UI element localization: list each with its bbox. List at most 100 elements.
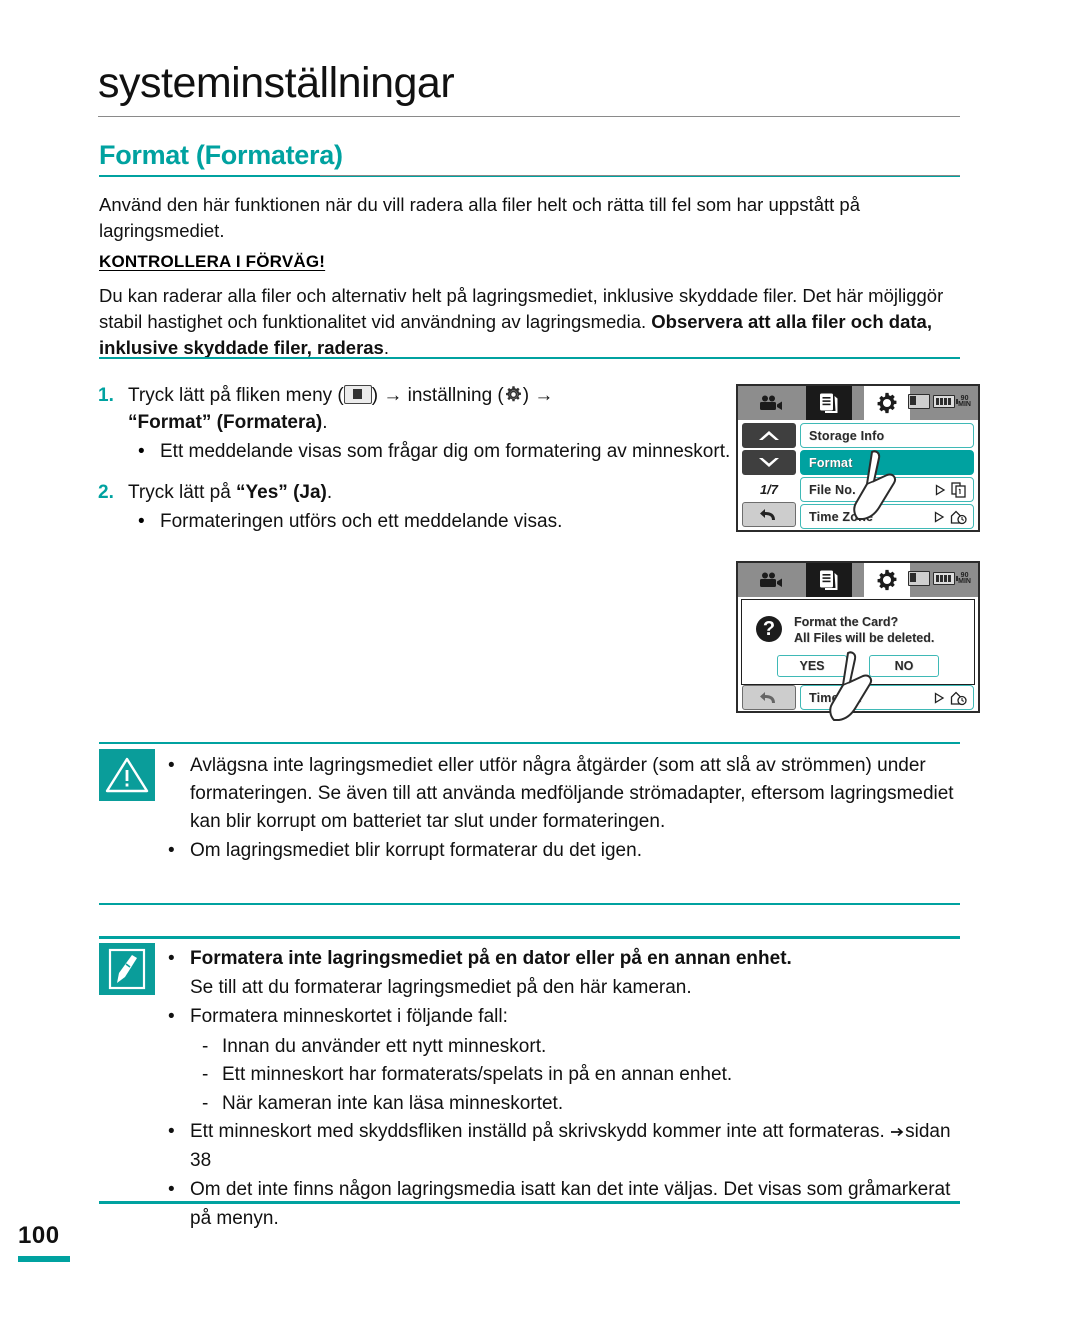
yes-button[interactable]: YES bbox=[777, 655, 847, 677]
warning-triangle-icon bbox=[105, 757, 149, 793]
chevron-down-icon bbox=[759, 458, 779, 467]
caution-icon-box bbox=[99, 749, 155, 801]
back-arrow-icon bbox=[760, 508, 775, 520]
step-1-text: Tryck lätt på fliken meny () → inställni… bbox=[128, 382, 553, 436]
step-2-bullet: • Formateringen utförs och ett meddeland… bbox=[138, 508, 738, 535]
tab-camcorder[interactable] bbox=[748, 563, 794, 597]
caution-rule-top bbox=[99, 742, 960, 744]
menu-tab-icon bbox=[343, 385, 372, 404]
menu-row-label: Storage Info bbox=[809, 428, 885, 443]
step-1-number: 1. bbox=[98, 385, 114, 406]
note-item-3-text: Ett minneskort med skyddsfliken inställd… bbox=[190, 1118, 968, 1175]
lcd2-background-row: Time Zo. bbox=[738, 685, 978, 711]
lcd1-left-column: 1/7 bbox=[742, 423, 796, 527]
lcd1-status-indicators: 90 MIN bbox=[908, 394, 971, 409]
note-item-4: • Om det inte finns någon lagringsmedia … bbox=[168, 1176, 968, 1233]
divider-rule-1 bbox=[99, 357, 960, 359]
menu-row-icons bbox=[934, 481, 967, 498]
dialog-buttons: YES NO bbox=[742, 655, 974, 677]
note-subitem: - Innan du använder ett nytt minneskort. bbox=[202, 1033, 968, 1062]
camcorder-icon bbox=[760, 572, 782, 587]
dash-glyph: - bbox=[202, 1064, 209, 1085]
caution-item-text: Om lagringsmediet blir korrupt formatera… bbox=[190, 840, 642, 861]
tab-settings[interactable] bbox=[864, 563, 910, 597]
remaining-time-unit: MIN bbox=[958, 400, 971, 408]
note-icon-box bbox=[99, 943, 155, 995]
step-2: 2. Tryck lätt på “Yes” (Ja). bbox=[98, 479, 738, 506]
note-item-1-text: Formatera inte lagringsmediet på en dato… bbox=[190, 945, 792, 1002]
note-subitem-text: När kameran inte kan läsa minneskortet. bbox=[222, 1092, 564, 1114]
camcorder-icon bbox=[760, 395, 782, 410]
note-rule-bottom bbox=[99, 1201, 960, 1204]
remaining-time-unit: MIN bbox=[958, 577, 971, 585]
lcd2-body: Time Zo. ? Format the Card? All Files wi… bbox=[738, 597, 978, 721]
bullet-dot: • bbox=[168, 1121, 175, 1142]
menu-row-label: Format bbox=[809, 455, 853, 470]
note-subitem-text: Ett minneskort har formaterats/spelats i… bbox=[222, 1064, 733, 1085]
step-1-bold-tail: . bbox=[322, 412, 328, 433]
tab-settings[interactable] bbox=[864, 386, 910, 420]
time-zone-icon bbox=[950, 510, 967, 524]
tab-document[interactable] bbox=[806, 563, 852, 597]
step-1-bold: “Format” (Formatera) bbox=[128, 412, 323, 433]
note-subitem-text: Innan du använder ett nytt minneskort. bbox=[222, 1035, 547, 1057]
memory-card-icon bbox=[908, 394, 931, 409]
note-pen-icon bbox=[108, 948, 146, 990]
page-number-bar bbox=[18, 1256, 70, 1262]
document-icon bbox=[820, 393, 838, 413]
gear-icon bbox=[505, 386, 521, 402]
file-number-icon bbox=[951, 481, 966, 498]
bullet-dot: • bbox=[138, 511, 145, 532]
play-triangle-icon bbox=[934, 691, 945, 704]
back-button[interactable] bbox=[742, 502, 796, 527]
dialog-message-line2: All Files will be deleted. bbox=[794, 631, 935, 645]
section-rule-thin bbox=[320, 175, 960, 176]
step-2-text: Tryck lätt på “Yes” (Ja). bbox=[128, 479, 332, 506]
no-button[interactable]: NO bbox=[869, 655, 939, 677]
menu-row-label: Time Zo. bbox=[809, 690, 862, 705]
menu-row-time-zone[interactable]: Time Zone bbox=[800, 504, 974, 529]
lcd1-top-bar: 90 MIN bbox=[738, 386, 978, 420]
battery-icon bbox=[933, 395, 958, 408]
intro-paragraph: Använd den här funktionen när du vill ra… bbox=[99, 194, 860, 241]
lcd1-menu-rows: Storage Info Format File No. Time Zone bbox=[800, 423, 974, 531]
dash-glyph: - bbox=[202, 1035, 209, 1057]
step-1-bullet-text: Ett meddelande visas som frågar dig om f… bbox=[160, 441, 731, 462]
play-triangle-icon bbox=[935, 483, 946, 496]
bullet-dot: • bbox=[168, 1179, 175, 1200]
document-page: systeminställningar Format (Formatera) A… bbox=[0, 0, 1080, 1328]
chapter-title: systeminställningar bbox=[98, 59, 455, 107]
precheck-body: Du kan raderar alla filer och alternativ… bbox=[99, 283, 969, 361]
step-1-part-a: Tryck lätt på fliken meny ( bbox=[128, 385, 344, 406]
scroll-down-button[interactable] bbox=[742, 450, 796, 475]
caution-text-block: • Avlägsna inte lagringsmediet eller utf… bbox=[168, 752, 963, 866]
tab-document[interactable] bbox=[806, 386, 852, 420]
note-text-block: • Formatera inte lagringsmediet på en da… bbox=[168, 945, 968, 1234]
menu-row-file-no[interactable]: File No. bbox=[800, 477, 974, 502]
caution-rule-bottom bbox=[99, 903, 960, 905]
remaining-time-indicator: 90 MIN bbox=[958, 572, 971, 585]
header-rule bbox=[98, 116, 960, 117]
lcd2-status-indicators: 90 MIN bbox=[908, 571, 971, 586]
bullet-dot: • bbox=[168, 755, 175, 776]
gear-icon bbox=[877, 569, 897, 591]
menu-row-storage-info[interactable]: Storage Info bbox=[800, 423, 974, 448]
dash-glyph: - bbox=[202, 1092, 209, 1114]
menu-row-format[interactable]: Format bbox=[800, 450, 974, 475]
gear-icon bbox=[877, 392, 897, 414]
precheck-body-tail: . bbox=[383, 337, 389, 358]
dialog-message-line1: Format the Card? bbox=[794, 615, 899, 629]
step-2-bullet-text: Formateringen utförs och ett meddelande … bbox=[160, 511, 563, 532]
lcd2-top-bar: 90 MIN bbox=[738, 563, 978, 597]
note-item-1-normal: Se till att du formaterar lagringsmediet… bbox=[190, 976, 692, 998]
note-item-1: • Formatera inte lagringsmediet på en da… bbox=[168, 945, 968, 1002]
scroll-up-button[interactable] bbox=[742, 423, 796, 448]
menu-row-time-zone-behind[interactable]: Time Zo. bbox=[800, 685, 974, 710]
menu-row-label: File No. bbox=[809, 482, 856, 497]
note-item-2-text: Formatera minneskortet i följande fall: bbox=[190, 1006, 508, 1027]
back-button[interactable] bbox=[742, 685, 796, 710]
battery-icon bbox=[933, 572, 958, 585]
tab-camcorder[interactable] bbox=[748, 386, 794, 420]
note-item-2: • Formatera minneskortet i följande fall… bbox=[168, 1003, 968, 1032]
steps-list: 1. Tryck lätt på fliken meny () → instäl… bbox=[98, 382, 738, 535]
